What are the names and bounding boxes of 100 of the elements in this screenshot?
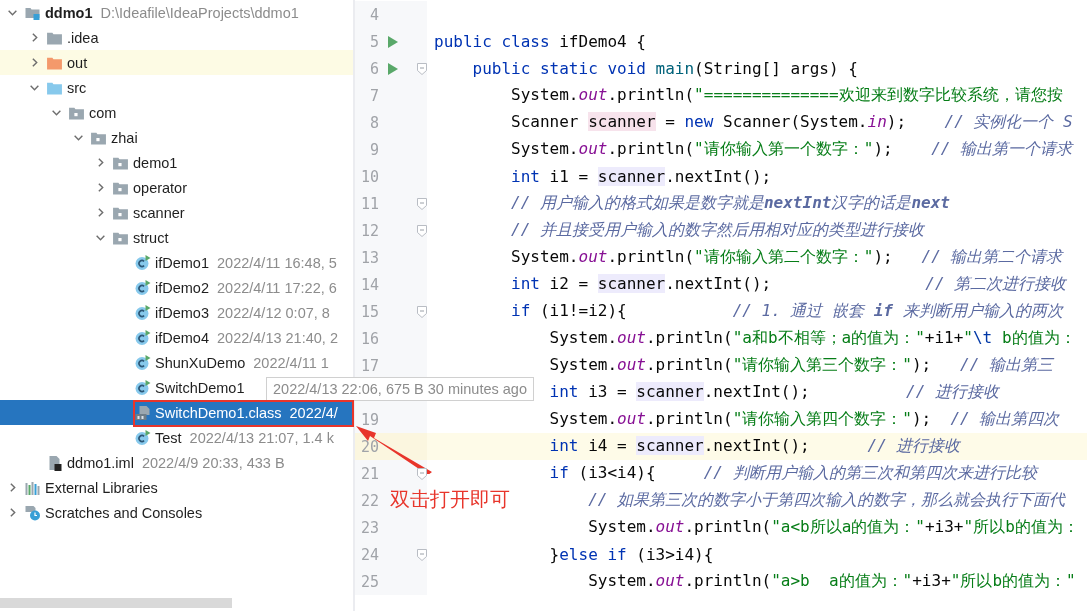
line-number: 22 — [360, 491, 379, 510]
class-icon — [134, 354, 151, 371]
item-label: ddmo1 — [45, 4, 93, 21]
tree-item[interactable]: out — [0, 50, 353, 75]
line-number: 17 — [360, 356, 379, 375]
item-label: Scratches and Consoles — [45, 504, 203, 521]
item-label: ifDemo3 — [155, 304, 209, 321]
item-label: .idea — [67, 29, 99, 46]
item-details: 2022/4/9 20:33, 433 B — [141, 454, 285, 471]
class-icon — [134, 279, 151, 296]
code-line: }else if (i3>i4){ — [549, 545, 714, 564]
item-label: out — [67, 54, 88, 71]
code-line: System.out.println("a<b所以a的值为："+i3+"所以b的值为： — [588, 517, 1079, 536]
code-line: // 用户输入的格式如果是数字就是nextInt汉字的话是next — [511, 193, 950, 212]
item-label: struct — [133, 229, 169, 246]
scratches-icon — [24, 504, 41, 521]
line-number: 20 — [360, 437, 379, 456]
code-line: System.out.println("a和b不相等；a的值为："+i1+"\t b的值为： — [549, 328, 1076, 347]
code-line: int i4 = scanner.nextInt(); // 进行接收 — [549, 436, 961, 455]
tree-item[interactable]: External Libraries — [0, 475, 353, 500]
item-label: ifDemo4 — [155, 329, 209, 346]
code-line: // 如果第三次的数字小于第四次输入的数字，那么就会执行下面代 — [588, 490, 1066, 509]
item-label: SwitchDemo1.class — [155, 404, 282, 421]
tree-item[interactable]: com — [0, 100, 353, 125]
code-line: System.out.println("请你输入第一个数字："); // 输出第一个请求 — [511, 139, 1073, 158]
tree-item[interactable]: ifDemo3 2022/4/12 0:07, 8 — [0, 300, 353, 325]
tree-item[interactable]: zhai — [0, 125, 353, 150]
horizontal-scrollbar[interactable] — [0, 598, 232, 608]
code-line: System.out.println("==============欢迎来到数字比较系统，请您按 — [511, 85, 1063, 104]
code-line: Scanner scanner = new Scanner(System.in); // 实例化一个 S — [511, 112, 1073, 131]
item-details: 2022/4/11 1 — [253, 354, 329, 371]
item-details: 2022/4/13 21:07, 1.4 k — [189, 429, 334, 446]
item-label: demo1 — [133, 154, 178, 171]
line-number: 8 — [369, 113, 379, 132]
line-number: 7 — [369, 86, 379, 105]
line-number: 21 — [360, 464, 379, 483]
tree-item[interactable]: demo1 — [0, 150, 353, 175]
line-number: 5 — [369, 32, 379, 51]
line-number: 16 — [360, 329, 379, 348]
line-number: 10 — [360, 167, 379, 186]
class-icon — [134, 429, 151, 446]
tree-item[interactable]: operator — [0, 175, 353, 200]
item-label: com — [89, 104, 117, 121]
line-number: 12 — [360, 221, 379, 240]
item-details: 2022/4/13 21:40, 2 — [217, 329, 338, 346]
code-line: // 并且接受用户输入的数字然后用相对应的类型进行接收 — [511, 220, 924, 239]
code-line: System.out.println("请你输入第二个数字："); // 输出第二个请求 — [511, 247, 1063, 266]
code-line: System.out.println("请你输入第三个数字："); // 输出第三 — [549, 355, 1053, 374]
line-number: 15 — [360, 302, 379, 321]
tree-item[interactable]: src — [0, 75, 353, 100]
item-details: 2022/4/ — [289, 404, 338, 421]
item-details: D:\Ideafile\IdeaProjects\ddmo1 — [100, 4, 299, 21]
run-icon[interactable] — [388, 62, 398, 75]
code-line: public static void main(String[] args) { — [472, 59, 858, 78]
class-icon — [134, 329, 151, 346]
code-line: if (i1!=i2){ // 1. 通过 嵌套 if 来判断用户输入的两次 — [511, 301, 1063, 320]
code-line: int i2 = scanner.nextInt(); // 第二次进行接收 — [511, 274, 1067, 293]
item-label: ddmo1.iml — [67, 454, 134, 471]
line-number: 24 — [360, 545, 379, 564]
item-label: ifDemo1 — [155, 254, 209, 271]
code-line: int i3 = scanner.nextInt(); // 进行接收 — [549, 382, 999, 401]
class-icon — [134, 254, 151, 271]
code-line: System.out.println("请你输入第四个数字："); // 输出第四次 — [549, 409, 1060, 428]
tree-item[interactable]: SwitchDemo1.class 2022/4/ — [0, 400, 353, 425]
tree-item[interactable]: ifDemo2 2022/4/11 17:22, 6 — [0, 275, 353, 300]
item-label: scanner — [133, 204, 185, 221]
tree-item[interactable]: Test 2022/4/13 21:07, 1.4 k — [0, 425, 353, 450]
tree-item[interactable]: .idea — [0, 25, 353, 50]
tree-item[interactable]: ddmo1 D:\Ideafile\IdeaProjects\ddmo1 — [0, 0, 353, 25]
item-label: operator — [133, 179, 187, 196]
tree-item[interactable]: struct — [0, 225, 353, 250]
line-number: 19 — [360, 410, 379, 429]
item-label: ifDemo2 — [155, 279, 209, 296]
line-number: 23 — [360, 518, 379, 537]
item-label: ShunXuDemo — [155, 354, 246, 371]
tree-item[interactable]: Scratches and Consoles — [0, 500, 353, 525]
tree-item[interactable]: ifDemo1 2022/4/11 16:48, 5 — [0, 250, 353, 275]
line-number: 4 — [369, 5, 379, 24]
code-line: int i1 = scanner.nextInt(); — [511, 167, 772, 186]
class-icon — [134, 379, 151, 396]
line-number: 6 — [369, 59, 379, 78]
item-label: src — [67, 79, 87, 96]
class-icon — [134, 304, 151, 321]
line-number: 9 — [369, 140, 379, 159]
tree-item[interactable]: ifDemo4 2022/4/13 21:40, 2 — [0, 325, 353, 350]
item-details: 2022/4/11 17:22, 6 — [217, 279, 337, 296]
fold-icon[interactable] — [417, 467, 427, 480]
item-label: SwitchDemo1 — [155, 379, 245, 396]
libraries-icon — [24, 479, 41, 496]
class-file-icon — [134, 404, 151, 421]
item-details: 2022/4/12 0:07, 8 — [217, 304, 330, 321]
item-label: Test — [155, 429, 182, 446]
line-number: 11 — [360, 194, 379, 213]
run-icon[interactable] — [388, 35, 398, 48]
code-line: public class ifDemo4 { — [434, 32, 646, 51]
tree-item[interactable]: ddmo1.iml 2022/4/9 20:33, 433 B — [0, 450, 353, 475]
tree-item[interactable]: ShunXuDemo 2022/4/11 1 — [0, 350, 353, 375]
tree-item[interactable]: scanner — [0, 200, 353, 225]
item-label: External Libraries — [45, 479, 158, 496]
code-line: System.out.println("a>b a的值为："+i3+"所以b的值为：" — [588, 571, 1076, 590]
